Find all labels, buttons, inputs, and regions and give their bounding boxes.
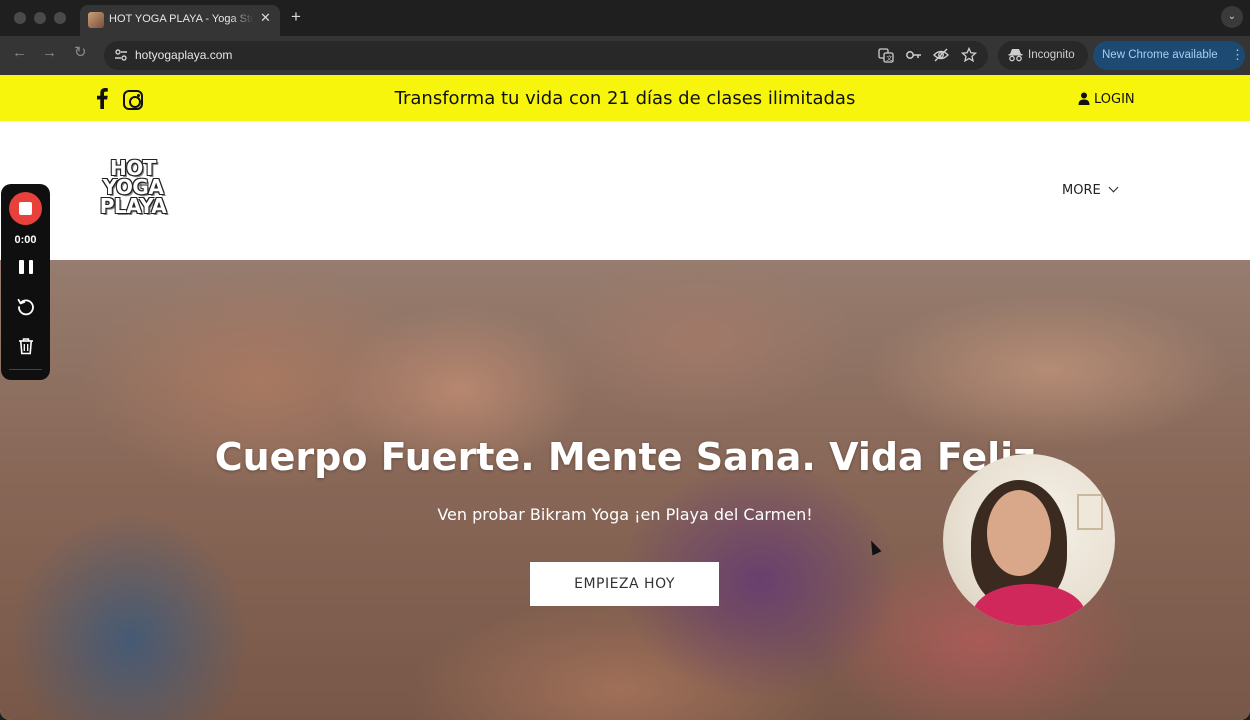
webcam-bubble[interactable] [943, 454, 1115, 626]
back-button[interactable]: ← [12, 45, 27, 60]
more-menu-label: MORE [1062, 183, 1101, 198]
update-label: New Chrome available [1102, 49, 1218, 61]
login-link[interactable]: LOGIN [1078, 90, 1135, 107]
promo-text[interactable]: Transforma tu vida con 21 días de clases… [0, 88, 1250, 109]
more-menu-button[interactable]: MORE [1062, 182, 1119, 198]
recording-timer: 0:00 [14, 234, 37, 246]
chrome-menu-icon[interactable]: ⋮ [1231, 47, 1244, 63]
password-key-icon[interactable] [905, 47, 922, 65]
address-bar[interactable]: hotyogaplaya.com 文 [104, 41, 988, 70]
translate-icon[interactable]: 文 [878, 47, 894, 65]
reload-button[interactable]: ↻ [74, 45, 87, 60]
incognito-icon [1008, 48, 1023, 65]
user-icon [1078, 92, 1090, 105]
tab-strip: HOT YOGA PLAYA - Yoga Studio ✕ + ⌄ [0, 0, 1250, 36]
incognito-label: Incognito [1028, 49, 1075, 61]
presenter-face [987, 490, 1051, 576]
eye-off-icon[interactable] [933, 47, 949, 65]
svg-text:文: 文 [886, 54, 892, 62]
new-tab-button[interactable]: + [291, 8, 301, 25]
url-text: hotyogaplaya.com [135, 48, 233, 62]
zoom-window-button[interactable] [54, 12, 66, 24]
incognito-indicator[interactable]: Incognito [998, 41, 1088, 70]
wall-picture [1077, 494, 1103, 530]
browser-toolbar: ← → ↻ hotyogaplaya.com 文 Incognito New C… [0, 36, 1250, 75]
stop-recording-button[interactable] [9, 192, 42, 225]
chevron-down-icon [1108, 182, 1119, 193]
restart-icon[interactable] [16, 297, 36, 317]
tab-search-button[interactable]: ⌄ [1221, 6, 1243, 28]
browser-window: HOT YOGA PLAYA - Yoga Studio ✕ + ⌄ ← → ↻… [0, 0, 1250, 720]
tab-close-icon[interactable]: ✕ [260, 11, 271, 24]
logo-line: PLAYA [99, 194, 167, 218]
forward-button[interactable]: → [42, 45, 57, 60]
favicon-icon [88, 12, 104, 28]
site-header: HOT YOGA PLAYA MORE [0, 121, 1250, 260]
pause-icon[interactable] [19, 260, 33, 274]
tab-title: HOT YOGA PLAYA - Yoga Studio [109, 13, 254, 25]
promo-bar: Transforma tu vida con 21 días de clases… [0, 75, 1250, 121]
bookmark-star-icon[interactable] [960, 46, 978, 65]
recorder-panel: 0:00 [1, 184, 50, 380]
site-logo[interactable]: HOT YOGA PLAYA [92, 158, 174, 218]
minimize-window-button[interactable] [34, 12, 46, 24]
login-label: LOGIN [1094, 92, 1135, 107]
active-tab[interactable]: HOT YOGA PLAYA - Yoga Studio ✕ [80, 5, 280, 36]
chrome-update-button[interactable]: New Chrome available ⋮ [1093, 41, 1245, 70]
site-settings-icon[interactable] [114, 48, 128, 62]
trash-icon[interactable] [17, 337, 35, 355]
panel-divider [9, 369, 42, 370]
close-window-button[interactable] [14, 12, 26, 24]
empieza-hoy-button[interactable]: EMPIEZA HOY [530, 562, 719, 606]
